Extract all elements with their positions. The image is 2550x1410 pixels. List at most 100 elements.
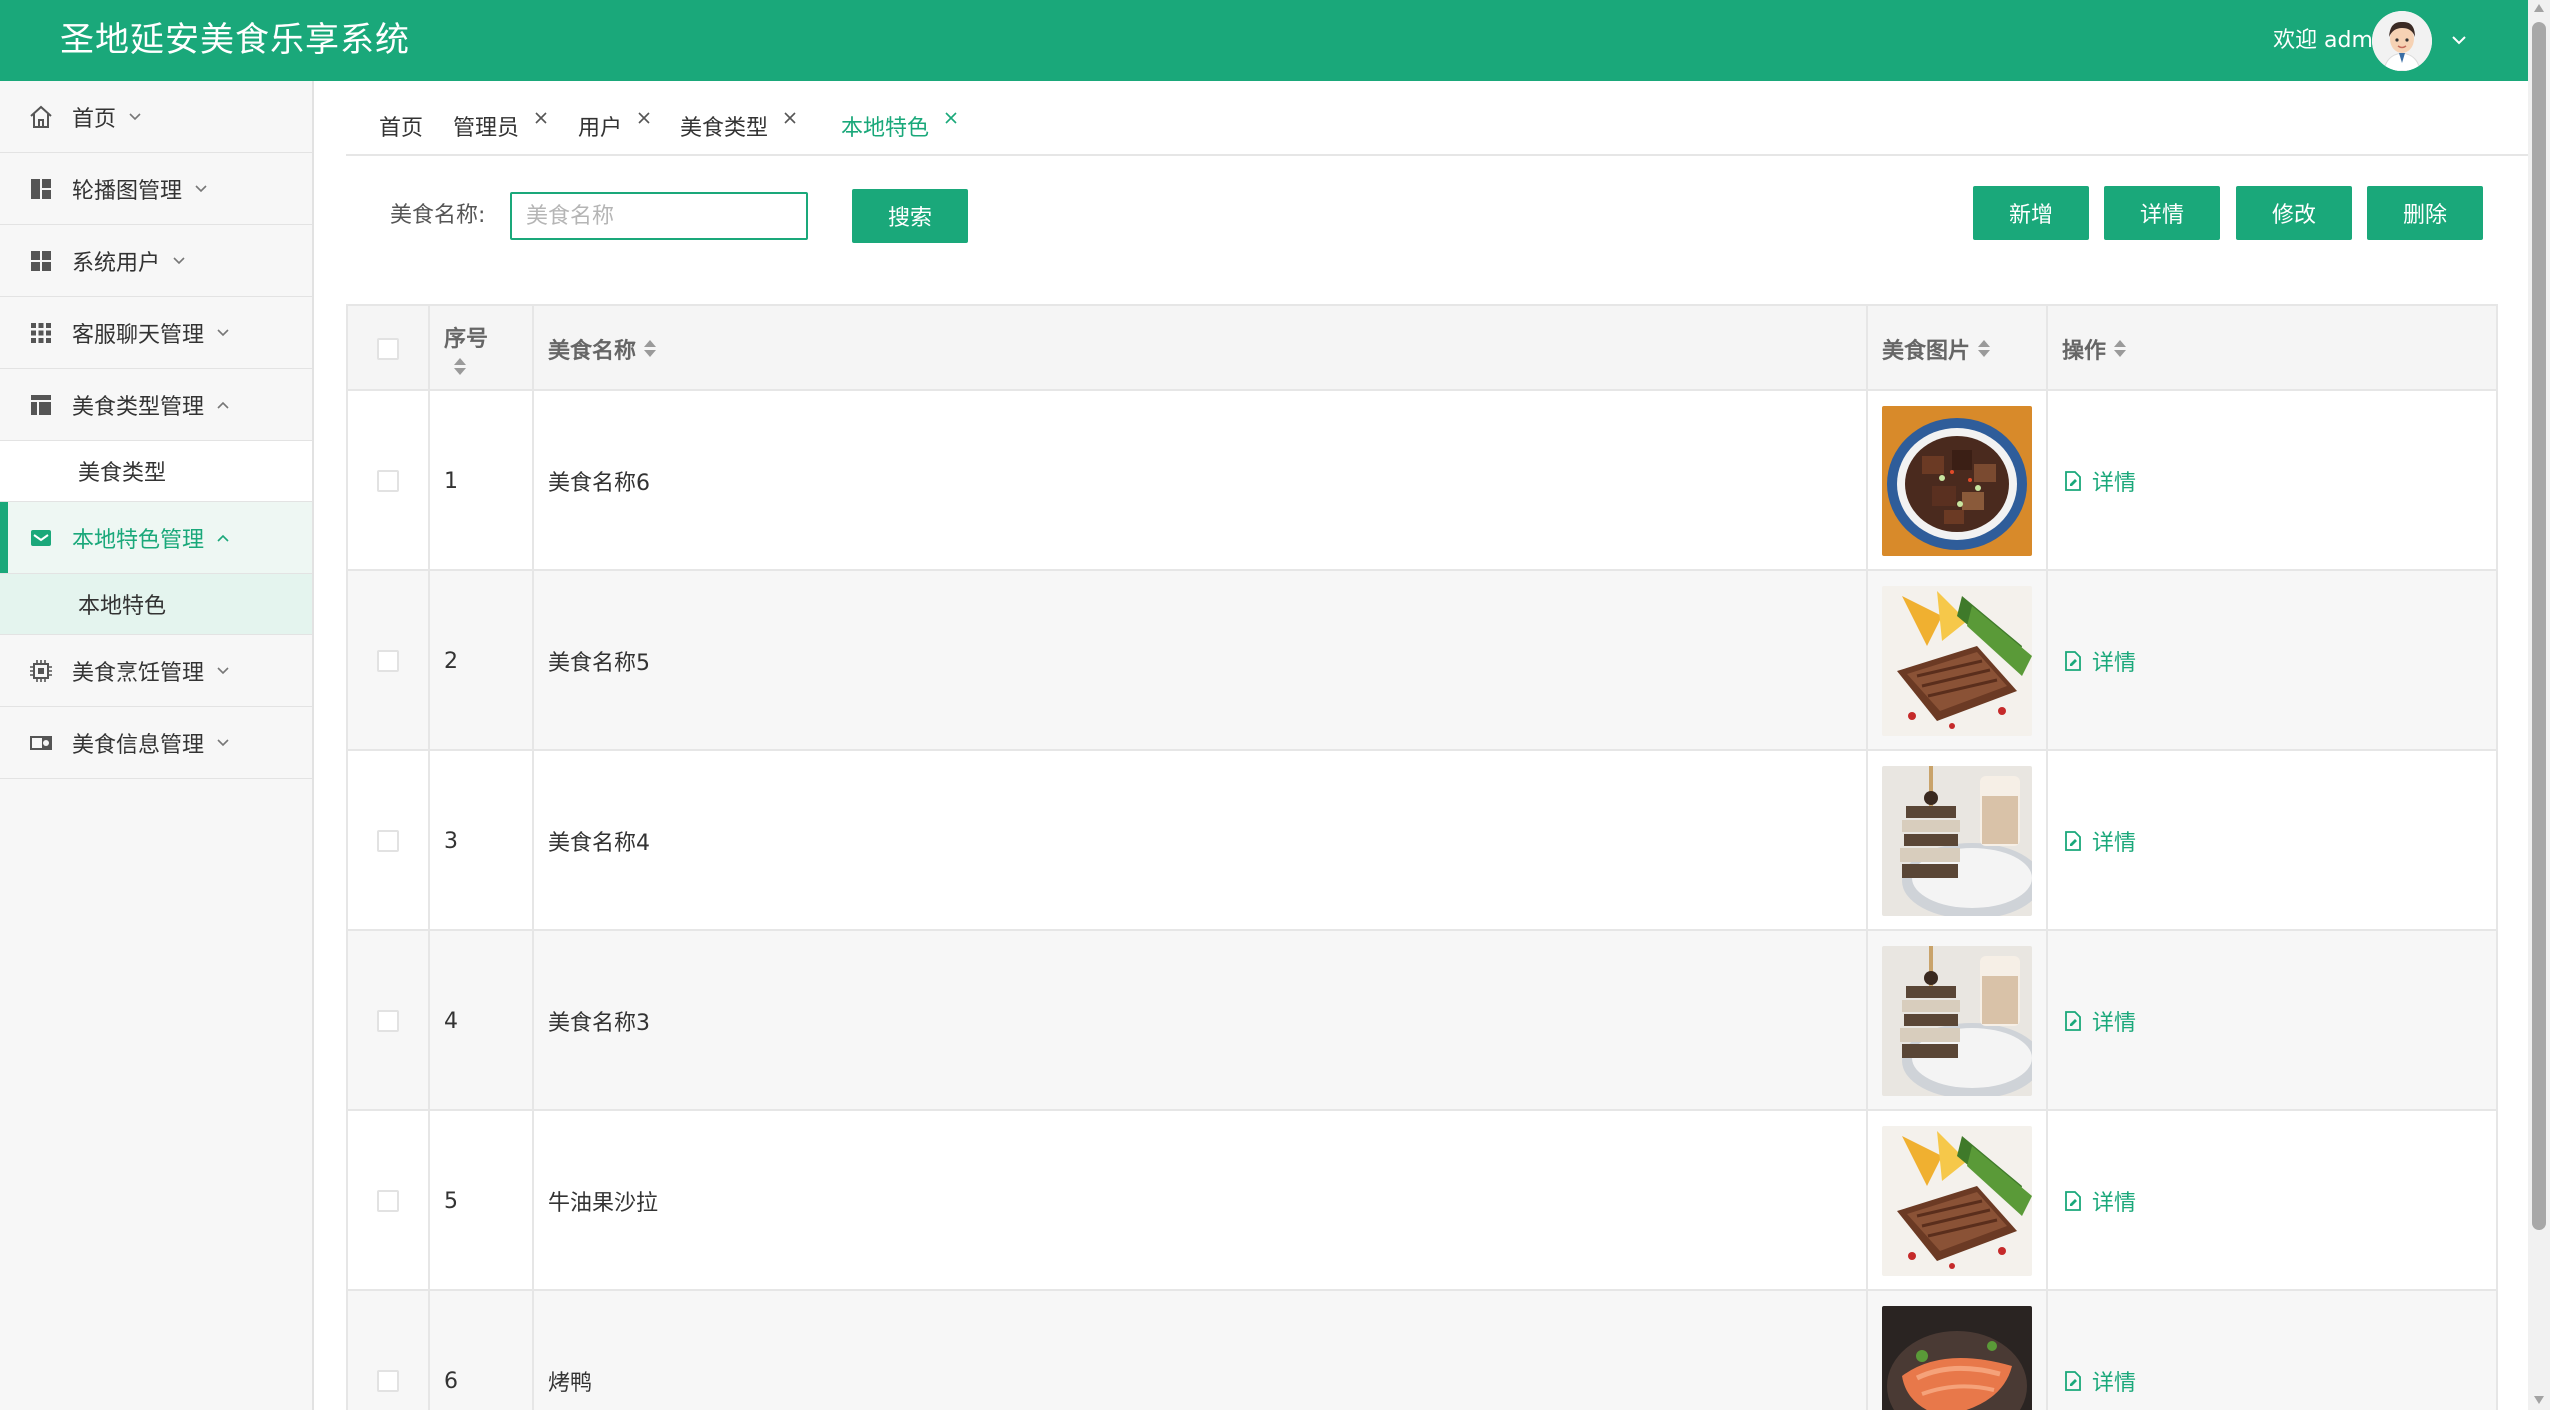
sort-icon[interactable] <box>644 339 657 359</box>
page-scrollbar[interactable] <box>2528 0 2550 1410</box>
seq-cell: 1 <box>430 391 534 571</box>
chip-icon <box>30 659 52 682</box>
row-checkbox[interactable] <box>377 1370 399 1392</box>
data-table: 序号 美食名称 美食图片 操作 1 美食名称6 详情 2 美食名称5 详情 3 … <box>346 304 2498 1410</box>
seq-cell: 5 <box>430 1111 534 1291</box>
document-edit-icon <box>2065 651 2081 671</box>
sidebar-item-label: 美食烹饪管理 <box>72 660 205 686</box>
food-image[interactable] <box>1882 766 2032 916</box>
add-button[interactable]: 新增 <box>1973 186 2089 240</box>
sidebar: 首页 轮播图管理 系统用户 客服聊天管理 美食类型管理 美食类型 本地特色管理 … <box>0 81 314 1410</box>
tab-local-specialty[interactable]: 本地特色 <box>841 106 959 146</box>
food-image[interactable] <box>1882 1306 2032 1410</box>
sidebar-item-food-type-mgmt[interactable]: 美食类型管理 <box>0 369 312 441</box>
column-header-seq[interactable]: 序号 <box>430 306 534 391</box>
tab-label: 首页 <box>379 116 424 141</box>
food-name-cell: 烤鸭 <box>534 1291 1868 1410</box>
food-image[interactable] <box>1882 586 2032 736</box>
table-row[interactable]: 5 牛油果沙拉 详情 <box>348 1111 2496 1291</box>
food-image[interactable] <box>1882 946 2032 1096</box>
chevron-down-icon[interactable] <box>2448 29 2470 51</box>
food-image-cell <box>1868 751 2048 931</box>
food-name-cell: 美食名称5 <box>534 571 1868 751</box>
sort-icon[interactable] <box>2114 339 2127 359</box>
sidebar-item-food-info-mgmt[interactable]: 美食信息管理 <box>0 707 312 779</box>
table-row[interactable]: 1 美食名称6 详情 <box>348 391 2496 571</box>
row-detail-link[interactable]: 详情 <box>2062 645 2136 677</box>
food-image[interactable] <box>1882 406 2032 556</box>
tab-bar: 首页 管理员 用户 美食类型 本地特色 <box>346 96 2528 156</box>
sidebar-item-label: 美食信息管理 <box>72 732 205 758</box>
select-all-checkbox[interactable] <box>377 337 399 360</box>
close-icon[interactable] <box>943 110 959 126</box>
row-checkbox-cell <box>348 571 430 751</box>
tab-home[interactable]: 首页 <box>379 106 423 146</box>
sort-icon[interactable] <box>1978 339 1991 359</box>
sidebar-item-system-users[interactable]: 系统用户 <box>0 225 312 297</box>
row-detail-link[interactable]: 详情 <box>2062 825 2136 857</box>
chevron-up-icon <box>217 401 229 409</box>
row-detail-link[interactable]: 详情 <box>2062 465 2136 497</box>
scroll-down-icon[interactable] <box>2534 1396 2544 1404</box>
sort-icon[interactable] <box>454 357 466 377</box>
sidebar-item-label: 客服聊天管理 <box>72 322 205 348</box>
row-detail-link[interactable]: 详情 <box>2062 1365 2136 1397</box>
table-row[interactable]: 3 美食名称4 详情 <box>348 751 2496 931</box>
close-icon[interactable] <box>636 110 652 126</box>
detail-button[interactable]: 详情 <box>2104 186 2220 240</box>
sidebar-item-local-specialty-mgmt[interactable]: 本地特色管理 <box>0 502 312 574</box>
column-header-name[interactable]: 美食名称 <box>534 306 1868 391</box>
chevron-down-icon <box>129 112 141 120</box>
home-icon <box>30 105 52 128</box>
header-checkbox-cell <box>348 306 430 391</box>
row-checkbox[interactable] <box>377 830 399 852</box>
scroll-thumb[interactable] <box>2532 22 2546 1230</box>
table-header: 序号 美食名称 美食图片 操作 <box>348 306 2496 391</box>
table-row[interactable]: 4 美食名称3 详情 <box>348 931 2496 1111</box>
tab-label: 美食类型 <box>680 116 769 141</box>
table-row[interactable]: 6 烤鸭 详情 <box>348 1291 2496 1410</box>
table-row[interactable]: 2 美食名称5 详情 <box>348 571 2496 751</box>
op-cell: 详情 <box>2048 391 2496 571</box>
food-image[interactable] <box>1882 1126 2032 1276</box>
detail-link-label: 详情 <box>2092 471 2137 496</box>
grid-icon <box>31 250 51 271</box>
delete-button[interactable]: 删除 <box>2367 186 2483 240</box>
tab-admin[interactable]: 管理员 <box>453 106 549 146</box>
row-checkbox-cell <box>348 1291 430 1410</box>
detail-link-label: 详情 <box>2092 651 2137 676</box>
sidebar-subitem-food-type[interactable]: 美食类型 <box>0 441 312 502</box>
sidebar-item-cooking-mgmt[interactable]: 美食烹饪管理 <box>0 635 312 707</box>
row-checkbox[interactable] <box>377 1190 399 1212</box>
column-header-op[interactable]: 操作 <box>2048 306 2496 391</box>
food-name-cell: 牛油果沙拉 <box>534 1111 1868 1291</box>
column-header-image[interactable]: 美食图片 <box>1868 306 2048 391</box>
scroll-up-icon[interactable] <box>2534 4 2544 12</box>
user-avatar[interactable] <box>2372 11 2432 71</box>
dashboard-icon <box>31 178 51 199</box>
row-checkbox[interactable] <box>377 1010 399 1032</box>
sidebar-item-carousel[interactable]: 轮播图管理 <box>0 153 312 225</box>
close-icon[interactable] <box>533 110 549 126</box>
food-name-cell: 美食名称3 <box>534 931 1868 1111</box>
row-checkbox[interactable] <box>377 470 399 492</box>
row-detail-link[interactable]: 详情 <box>2062 1005 2136 1037</box>
sidebar-subitem-local-specialty[interactable]: 本地特色 <box>0 574 312 635</box>
food-image-cell <box>1868 931 2048 1111</box>
seq-cell: 2 <box>430 571 534 751</box>
food-name-search-input[interactable] <box>510 192 808 240</box>
food-name-cell: 美食名称6 <box>534 391 1868 571</box>
chevron-down-icon <box>173 256 185 264</box>
edit-button[interactable]: 修改 <box>2236 186 2352 240</box>
food-image-cell <box>1868 1291 2048 1410</box>
sidebar-item-home[interactable]: 首页 <box>0 81 312 153</box>
tab-food-type[interactable]: 美食类型 <box>680 106 798 146</box>
sidebar-item-chat[interactable]: 客服聊天管理 <box>0 297 312 369</box>
search-button[interactable]: 搜索 <box>852 189 968 243</box>
op-cell: 详情 <box>2048 571 2496 751</box>
row-detail-link[interactable]: 详情 <box>2062 1185 2136 1217</box>
tab-user[interactable]: 用户 <box>578 106 652 146</box>
close-icon[interactable] <box>782 110 798 126</box>
row-checkbox[interactable] <box>377 650 399 672</box>
mail-icon <box>31 529 51 546</box>
